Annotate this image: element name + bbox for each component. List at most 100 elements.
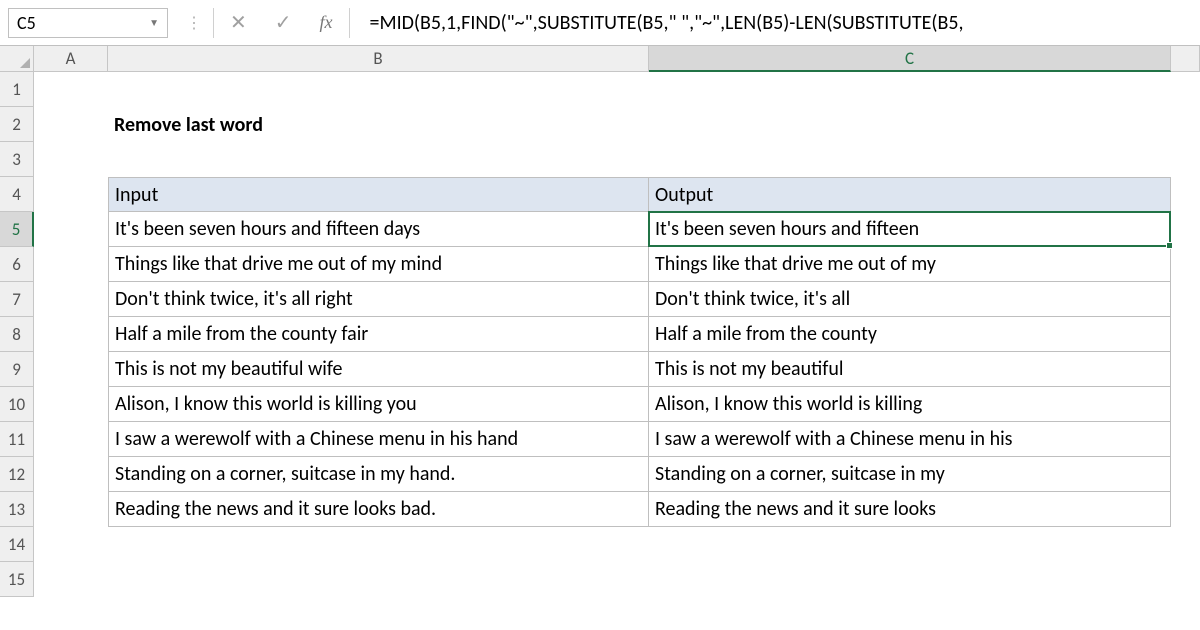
cell-C4[interactable]: Output [649,177,1171,212]
row-header-6[interactable]: 6 [0,247,34,282]
cell-B8[interactable]: Half a mile from the county fair [108,317,649,352]
cell-A4[interactable] [34,177,108,212]
cell-C2[interactable] [649,107,1171,142]
cell-C7[interactable]: Don't think twice, it's all [649,282,1171,317]
cell-A2[interactable] [34,107,108,142]
cell-A9[interactable] [34,352,108,387]
cell-D14[interactable] [1171,527,1200,562]
cell-B6[interactable]: Things like that drive me out of my mind [108,247,649,282]
row-header-9[interactable]: 9 [0,352,34,387]
col-header-A[interactable]: A [34,46,108,72]
cell-B4[interactable]: Input [108,177,649,212]
row-11: 11 I saw a werewolf with a Chinese menu … [0,422,1200,457]
row-7: 7 Don't think twice, it's all right Don'… [0,282,1200,317]
cell-A5[interactable] [34,212,108,247]
cell-D6[interactable] [1171,247,1200,282]
enter-formula-button[interactable]: ✓ [261,8,306,38]
row-9: 9 This is not my beautiful wife This is … [0,352,1200,387]
cell-B2[interactable]: Remove last word [108,107,649,142]
expand-dots-icon[interactable]: ⋮ [176,13,211,33]
row-header-14[interactable]: 14 [0,527,34,562]
cell-A12[interactable] [34,457,108,492]
cell-A8[interactable] [34,317,108,352]
name-box-dropdown-icon[interactable]: ▼ [149,16,159,29]
cell-A6[interactable] [34,247,108,282]
cell-C11[interactable]: I saw a werewolf with a Chinese menu in … [649,422,1171,457]
select-all-corner[interactable] [0,46,34,72]
cell-A11[interactable] [34,422,108,457]
cell-A10[interactable] [34,387,108,422]
cell-D15[interactable] [1171,562,1200,597]
row-12: 12 Standing on a corner, suitcase in my … [0,457,1200,492]
row-header-8[interactable]: 8 [0,317,34,352]
cell-D8[interactable] [1171,317,1200,352]
cell-A14[interactable] [34,527,108,562]
cell-C8[interactable]: Half a mile from the county [649,317,1171,352]
row-header-15[interactable]: 15 [0,562,34,597]
cell-C15[interactable] [649,562,1171,597]
cell-B5[interactable]: It's been seven hours and fifteen days [108,212,649,247]
row-header-4[interactable]: 4 [0,177,34,212]
cell-B10[interactable]: Alison, I know this world is killing you [108,387,649,422]
cell-B14[interactable] [108,527,649,562]
cell-D13[interactable] [1171,492,1200,527]
row-header-5[interactable]: 5 [0,212,34,247]
cell-A13[interactable] [34,492,108,527]
cell-A3[interactable] [34,142,108,177]
name-box-value: C5 [17,12,36,34]
cell-D2[interactable] [1171,107,1200,142]
cell-C5[interactable]: It's been seven hours and fifteen [649,212,1171,247]
cell-B1[interactable] [108,72,649,107]
cell-D10[interactable] [1171,387,1200,422]
cell-C1[interactable] [649,72,1171,107]
cancel-formula-button[interactable]: ✕ [216,8,261,38]
col-header-B[interactable]: B [108,46,649,72]
row-header-1[interactable]: 1 [0,72,34,107]
row-header-11[interactable]: 11 [0,422,34,457]
cell-B13[interactable]: Reading the news and it sure looks bad. [108,492,649,527]
row-5: 5 It's been seven hours and fifteen days… [0,212,1200,247]
row-header-7[interactable]: 7 [0,282,34,317]
cell-D9[interactable] [1171,352,1200,387]
row-3: 3 [0,142,1200,177]
cell-D5[interactable] [1171,212,1200,247]
cell-C10[interactable]: Alison, I know this world is killing [649,387,1171,422]
name-box[interactable]: C5 ▼ [8,8,168,38]
row-header-3[interactable]: 3 [0,142,34,177]
separator [349,8,350,38]
cell-C9[interactable]: This is not my beautiful [649,352,1171,387]
fx-button[interactable]: fx [306,8,347,38]
formula-input[interactable]: =MID(B5,1,FIND("~",SUBSTITUTE(B5," ","~"… [352,11,1200,35]
cell-D7[interactable] [1171,282,1200,317]
cell-C12[interactable]: Standing on a corner, suitcase in my [649,457,1171,492]
cell-A15[interactable] [34,562,108,597]
cell-C6[interactable]: Things like that drive me out of my [649,247,1171,282]
row-header-2[interactable]: 2 [0,107,34,142]
cell-C13[interactable]: Reading the news and it sure looks [649,492,1171,527]
row-header-13[interactable]: 13 [0,492,34,527]
cell-A1[interactable] [34,72,108,107]
row-header-12[interactable]: 12 [0,457,34,492]
row-header-10[interactable]: 10 [0,387,34,422]
cell-B11[interactable]: I saw a werewolf with a Chinese menu in … [108,422,649,457]
cell-C14[interactable] [649,527,1171,562]
cell-C3[interactable] [649,142,1171,177]
cell-D3[interactable] [1171,142,1200,177]
cell-B9[interactable]: This is not my beautiful wife [108,352,649,387]
cell-B15[interactable] [108,562,649,597]
cell-D11[interactable] [1171,422,1200,457]
cell-B12[interactable]: Standing on a corner, suitcase in my han… [108,457,649,492]
cell-D1[interactable] [1171,72,1200,107]
spreadsheet-grid: A B C 1 2 Remove last word 3 4 Input Out… [0,46,1200,597]
formula-bar: C5 ▼ ⋮ ✕ ✓ fx =MID(B5,1,FIND("~",SUBSTIT… [0,0,1200,46]
separator [213,8,214,38]
col-header-C[interactable]: C [649,46,1171,72]
cell-D4[interactable] [1171,177,1200,212]
column-headers-row: A B C [0,46,1200,72]
cell-B7[interactable]: Don't think twice, it's all right [108,282,649,317]
row-8: 8 Half a mile from the county fair Half … [0,317,1200,352]
cell-A7[interactable] [34,282,108,317]
cell-B3[interactable] [108,142,649,177]
col-header-blank[interactable] [1171,46,1200,72]
cell-D12[interactable] [1171,457,1200,492]
